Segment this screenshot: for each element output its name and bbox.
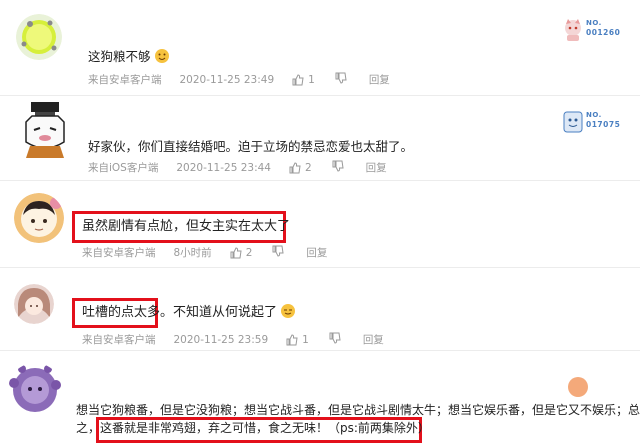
badge-number: 017075: [586, 120, 621, 129]
avatar-image: [14, 284, 54, 324]
comment-text: 这狗粮不够: [88, 48, 169, 66]
timestamp: 2020-11-25 23:44: [176, 161, 271, 174]
comment-text-highlight: 吐槽的点太多: [82, 305, 161, 320]
source-label: 来自安卓客户端: [82, 247, 156, 259]
comment-text: 虽然剧情有点尬，但女主实在太大了: [82, 219, 291, 234]
timestamp: 2020-11-25 23:59: [173, 333, 269, 346]
comment-text-line2-highlight: 这番就是非常鸡翅，弃之可惜，食之无味！（ps:前两集除外）: [100, 421, 430, 435]
timestamp: 2020-11-25 23:49: [179, 73, 275, 86]
like-button[interactable]: 1: [286, 334, 309, 346]
source-label: 来自安卓客户端: [82, 334, 156, 346]
comment-text: 好家伙，你们直接结婚吧。迫于立场的禁忌恋爱也太甜了。: [88, 139, 414, 154]
dislike-button[interactable]: [329, 332, 345, 347]
source-label: 来自安卓客户端: [88, 74, 162, 86]
thumbs-up-icon: [292, 73, 304, 85]
reply-button[interactable]: 回复: [369, 72, 390, 87]
reply-button[interactable]: 回复: [306, 245, 327, 260]
avatar[interactable]: [14, 284, 54, 324]
comment-4: 吐槽的点太多。不知道从何说起了 来自安卓客户端 2020-11-25 23:59…: [0, 268, 640, 350]
comment-2: 好家伙，你们直接结婚吧。迫于立场的禁忌恋爱也太甜了。 来自iOS客户端 2020…: [0, 96, 640, 180]
badge-no: NO.: [586, 111, 602, 119]
comment-meta: 来自iOS客户端 2020-11-25 23:44 2 回复: [88, 160, 387, 175]
avatar-image: [25, 102, 65, 158]
like-count: 1: [308, 73, 315, 86]
emoji-icon: [281, 304, 296, 318]
avatar[interactable]: [14, 193, 64, 243]
avatar-image: [9, 365, 61, 412]
avatar-image: [16, 14, 62, 60]
comment-meta: 来自安卓客户端 2020-11-25 23:59 1 回复: [82, 332, 384, 347]
reply-button[interactable]: 回复: [366, 160, 387, 175]
dislike-button[interactable]: [332, 160, 348, 175]
dislike-button[interactable]: [272, 245, 288, 260]
thumbs-up-icon: [286, 333, 298, 345]
thumbs-down-icon: [272, 245, 284, 257]
like-button[interactable]: 1: [292, 74, 315, 86]
thumbs-down-icon: [335, 72, 347, 84]
timestamp: 8小时前: [173, 247, 212, 259]
comment-1: 这狗粮不够 来自安卓客户端 2020-11-25 23:49 1 回复 NO. …: [0, 0, 640, 96]
avatar[interactable]: [8, 363, 62, 417]
like-button[interactable]: 2: [230, 246, 253, 259]
reply-button[interactable]: 回复: [363, 332, 384, 347]
comment-3: 虽然剧情有点尬，但女主实在太大了 来自安卓客户端 8小时前 2 回复: [0, 181, 640, 267]
badge-no: NO.: [586, 19, 602, 27]
avatar[interactable]: [16, 14, 62, 60]
like-count: 2: [304, 161, 312, 174]
dislike-button[interactable]: [335, 72, 351, 87]
like-count: 2: [245, 246, 253, 259]
comment-text: 吐槽的点太多。不知道从何说起了: [82, 304, 296, 322]
badge-character-icon: [565, 19, 581, 41]
badge-character-icon: [563, 111, 583, 133]
thumbs-down-icon: [329, 332, 341, 344]
fan-badge: NO. 017075: [562, 110, 626, 136]
emoji-icon: [154, 49, 169, 63]
source-label: 来自iOS客户端: [88, 162, 159, 174]
comment-5: 想当它狗粮番，但是它没狗粮；想当它战斗番，但是它战斗剧情太牛；想当它娱乐番，但是…: [0, 351, 640, 443]
thumbs-up-icon: [289, 161, 301, 173]
badge-number: 001260: [586, 28, 621, 37]
comment-meta: 来自安卓客户端 8小时前 2 回复: [82, 245, 327, 260]
badge-sticker-icon: [568, 377, 588, 397]
comment-text-line2-prefix: 之，: [76, 421, 101, 435]
avatar-image: [14, 193, 64, 243]
comment-text-line2: 之，这番就是非常鸡翅，弃之可惜，食之无味！（ps:前两集除外）: [76, 419, 430, 437]
thumbs-down-icon: [332, 160, 344, 172]
avatar[interactable]: [20, 102, 70, 158]
comment-meta: 来自安卓客户端 2020-11-25 23:49 1 回复: [88, 72, 390, 87]
like-count: 1: [302, 333, 309, 346]
comment-text-rest: 。不知道从何说起了: [160, 305, 278, 320]
like-button[interactable]: 2: [289, 162, 312, 174]
fan-badge: NO. 001260: [562, 18, 626, 44]
thumbs-up-icon: [230, 246, 242, 258]
